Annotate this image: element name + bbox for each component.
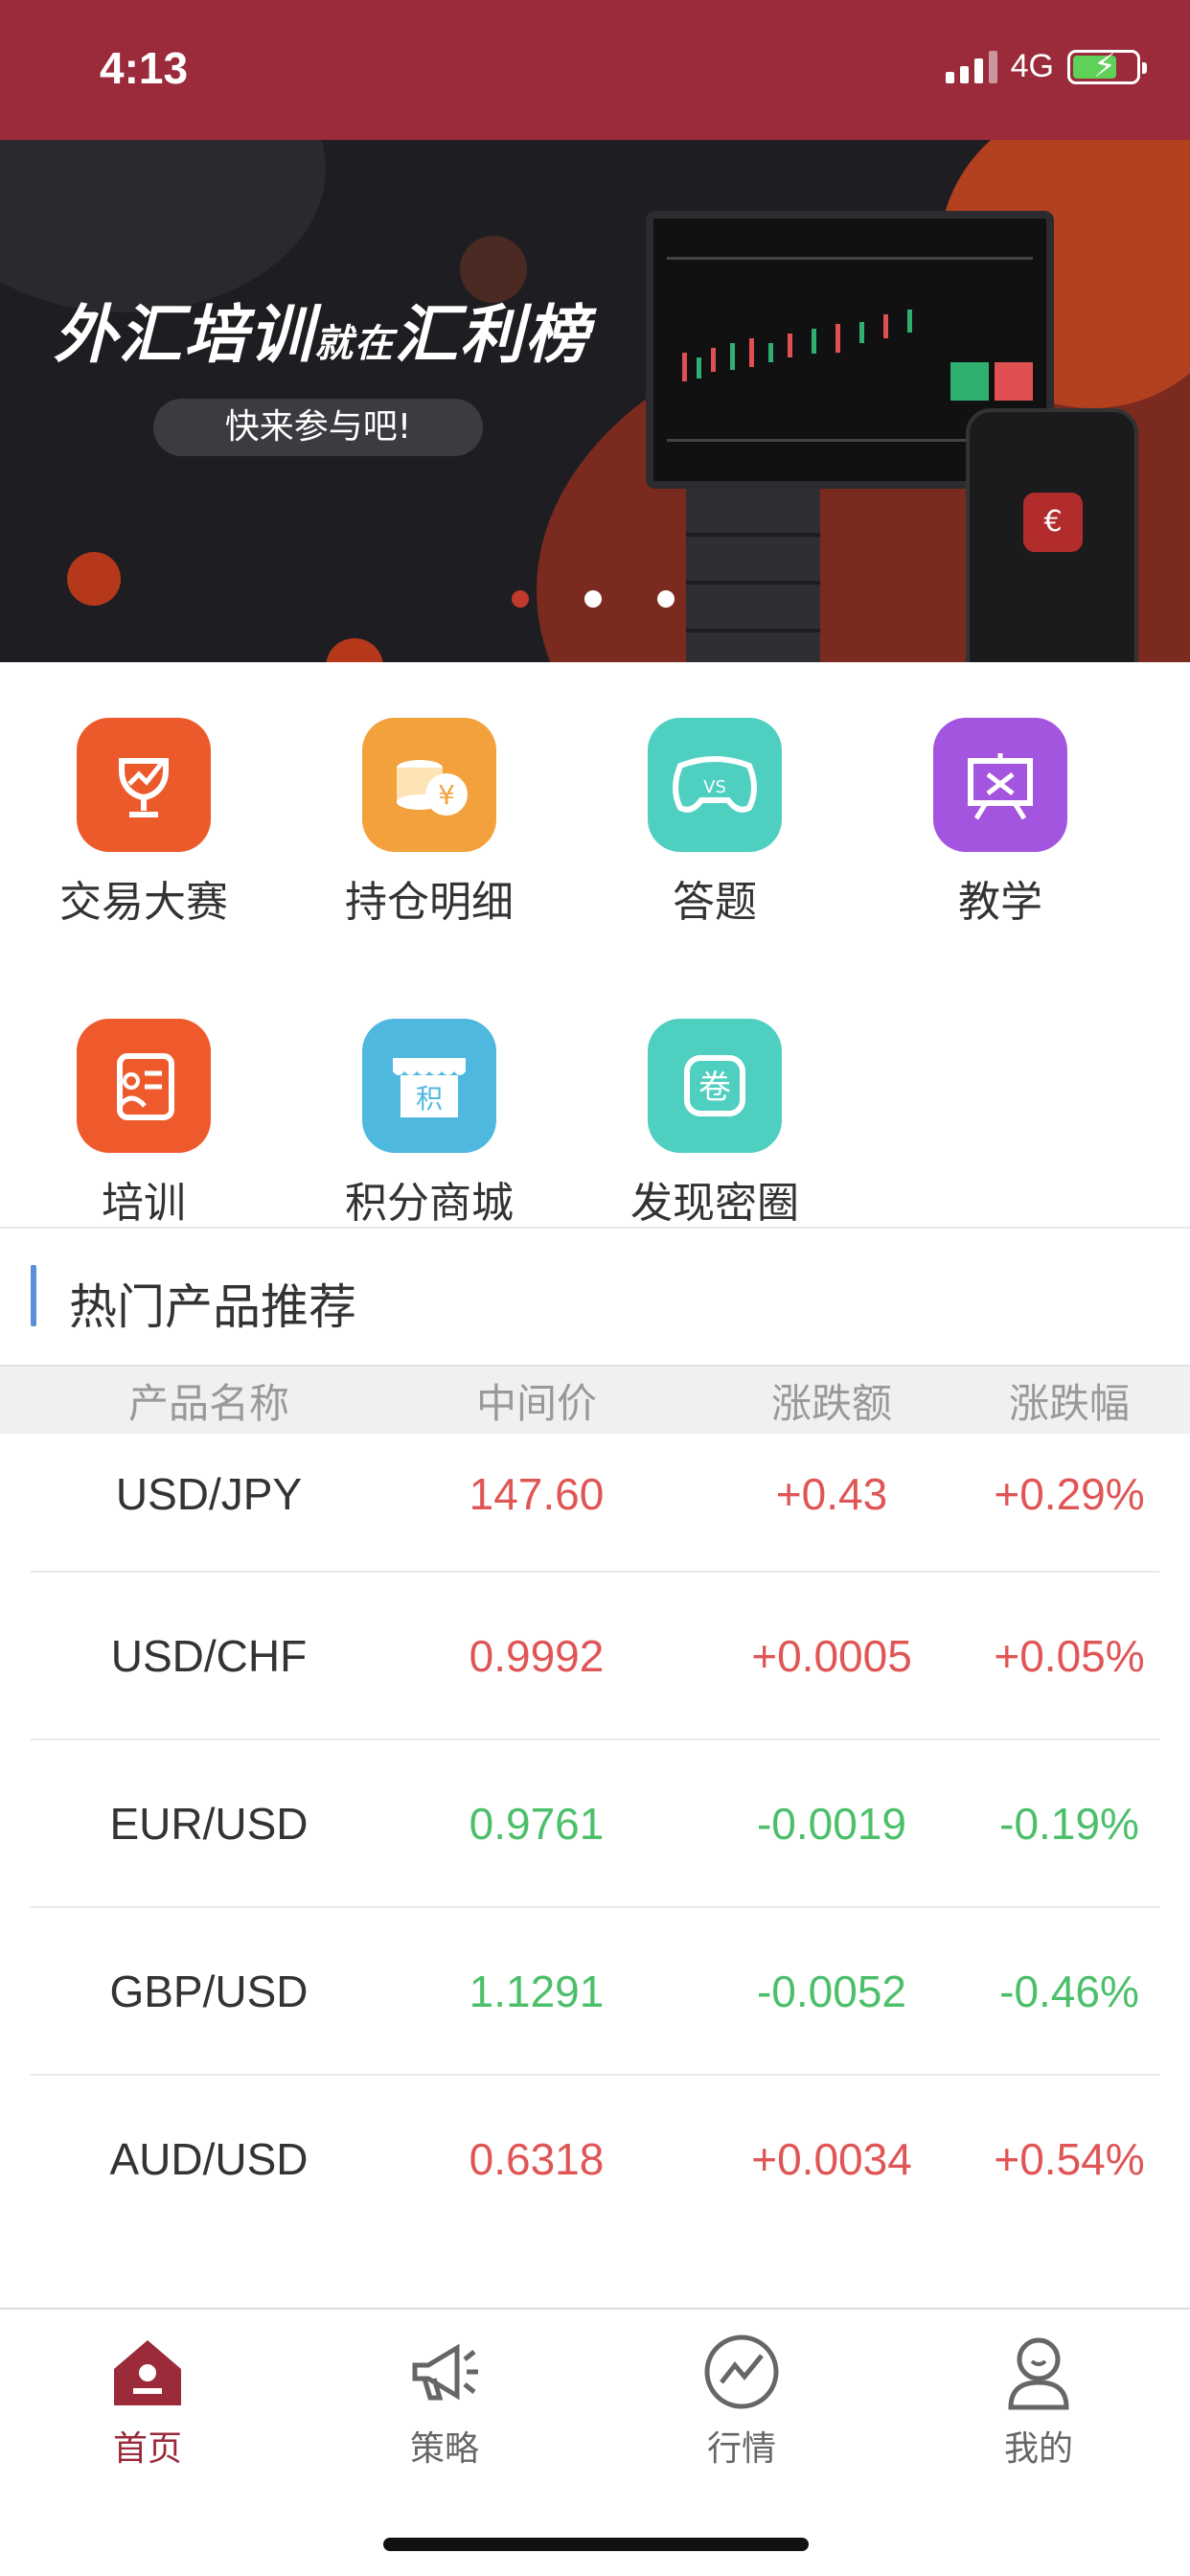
svg-text:VS: VS xyxy=(703,777,726,797)
menu-item-label: 持仓明细 xyxy=(345,878,514,927)
tab-label: 策略 xyxy=(409,2429,479,2469)
circle-scroll-icon: 卷 xyxy=(648,1019,782,1153)
signal-strength-icon xyxy=(945,50,997,83)
svg-text:¥: ¥ xyxy=(438,779,455,811)
status-time: 4:13 xyxy=(100,43,189,93)
tab-label: 我的 xyxy=(1003,2429,1073,2469)
candlestick-illustration xyxy=(682,310,912,381)
coins-yen-icon: ¥ xyxy=(362,718,496,852)
table-row[interactable]: USD/JPY 147.60 +0.43 +0.29% xyxy=(0,1434,1190,1573)
table-header: 产品名称 中间价 涨跌额 涨跌幅 xyxy=(0,1365,1190,1434)
section-title: 热门产品推荐 xyxy=(69,1279,356,1335)
gamepad-vs-icon: VS xyxy=(648,718,782,852)
bottom-tab-bar: 首页 策略 行情 我的 xyxy=(0,2308,1190,2576)
percent-change: +0.05% xyxy=(994,1631,1145,1681)
status-indicators: 4G ⚡ xyxy=(945,47,1147,85)
tab-user[interactable]: 我的 xyxy=(943,2329,1134,2471)
home-icon xyxy=(104,2329,191,2415)
svg-text:积: 积 xyxy=(416,1083,443,1115)
banner-page-indicators[interactable] xyxy=(512,590,675,608)
battery-icon: ⚡ xyxy=(1067,47,1147,85)
column-header-mid: 中间价 xyxy=(475,1379,597,1427)
mid-price: 147.60 xyxy=(469,1469,605,1519)
product-name: GBP/USD xyxy=(109,1966,309,2016)
product-name: USD/JPY xyxy=(115,1469,303,1519)
banner-indicator-dot[interactable] xyxy=(512,590,529,608)
tab-label: 行情 xyxy=(706,2429,776,2469)
megaphone-icon xyxy=(401,2329,488,2415)
percent-change: -0.46% xyxy=(999,1966,1139,2016)
menu-item-3[interactable]: VS 答题 xyxy=(571,718,858,929)
menu-item-label: 发现密圈 xyxy=(630,1179,799,1228)
trophy-chart-icon xyxy=(77,718,211,852)
menu-item-label: 积分商城 xyxy=(345,1179,514,1228)
mid-price: 0.9992 xyxy=(469,1631,605,1681)
section-accent-bar xyxy=(31,1265,36,1326)
table-row[interactable]: AUD/USD 0.6318 +0.0034 +0.54% xyxy=(0,2076,1190,2243)
monitor-stand xyxy=(686,489,820,662)
tab-market-chart[interactable]: 行情 xyxy=(646,2329,837,2471)
user-icon xyxy=(995,2329,1082,2415)
product-name: EUR/USD xyxy=(109,1799,309,1849)
table-row[interactable]: EUR/USD 0.9761 -0.0019 -0.19% xyxy=(0,1740,1190,1908)
menu-item-label: 答题 xyxy=(673,878,757,927)
store-points-icon: 积 xyxy=(362,1019,496,1153)
menu-item-label: 培训 xyxy=(102,1179,186,1228)
tab-megaphone[interactable]: 策略 xyxy=(349,2329,540,2471)
feature-menu: 交易大赛 ¥ 持仓明细 VS 答题 教学 培训积积分商城卷发现密圈 xyxy=(0,662,1190,1228)
column-header-percent: 涨跌幅 xyxy=(1008,1379,1130,1427)
percent-change: +0.54% xyxy=(994,2134,1145,2184)
banner-indicator-dot[interactable] xyxy=(584,590,602,608)
banner-cta-pill[interactable]: 快来参与吧! xyxy=(153,399,483,456)
mid-price: 0.9761 xyxy=(469,1799,605,1849)
table-row[interactable]: USD/CHF 0.9992 +0.0005 +0.05% xyxy=(0,1573,1190,1740)
banner-indicator-dot[interactable] xyxy=(657,590,675,608)
home-indicator xyxy=(383,2538,809,2551)
menu-item-label: 交易大赛 xyxy=(59,878,228,927)
phone-illustration: € xyxy=(966,408,1138,662)
product-name: USD/CHF xyxy=(110,1631,308,1681)
section-header: 热门产品推荐 xyxy=(0,1229,1190,1365)
promo-banner[interactable]: 外汇培训就在汇利榜 快来参与吧! € xyxy=(0,140,1190,662)
status-bar: 4:13 4G ⚡ xyxy=(0,0,1190,140)
market-chart-icon xyxy=(698,2329,785,2415)
menu-item-5[interactable]: 培训 xyxy=(0,1019,287,1230)
menu-item-7[interactable]: 卷发现密圈 xyxy=(571,1019,858,1230)
tab-home[interactable]: 首页 xyxy=(52,2329,243,2471)
column-header-name: 产品名称 xyxy=(127,1379,289,1427)
tab-label: 首页 xyxy=(112,2429,182,2469)
menu-item-label: 教学 xyxy=(958,878,1042,927)
svg-text:卷: 卷 xyxy=(698,1069,731,1107)
percent-change: +0.29% xyxy=(994,1469,1145,1519)
banner-title: 外汇培训就在汇利榜 xyxy=(54,298,590,372)
percent-change: -0.19% xyxy=(999,1799,1139,1849)
certificate-icon xyxy=(77,1019,211,1153)
product-name: AUD/USD xyxy=(109,2134,309,2184)
network-type: 4G xyxy=(1010,48,1054,84)
menu-item-2[interactable]: ¥ 持仓明细 xyxy=(286,718,573,929)
app-logo-icon: € xyxy=(1023,493,1083,552)
menu-item-4[interactable]: 教学 xyxy=(857,718,1144,929)
mid-price: 0.6318 xyxy=(469,2134,605,2184)
presentation-board-icon xyxy=(933,718,1067,852)
menu-item-1[interactable]: 交易大赛 xyxy=(0,718,287,929)
mid-price: 1.1291 xyxy=(469,1966,605,2016)
menu-item-6[interactable]: 积积分商城 xyxy=(286,1019,573,1230)
table-row[interactable]: GBP/USD 1.1291 -0.0052 -0.46% xyxy=(0,1908,1190,2076)
